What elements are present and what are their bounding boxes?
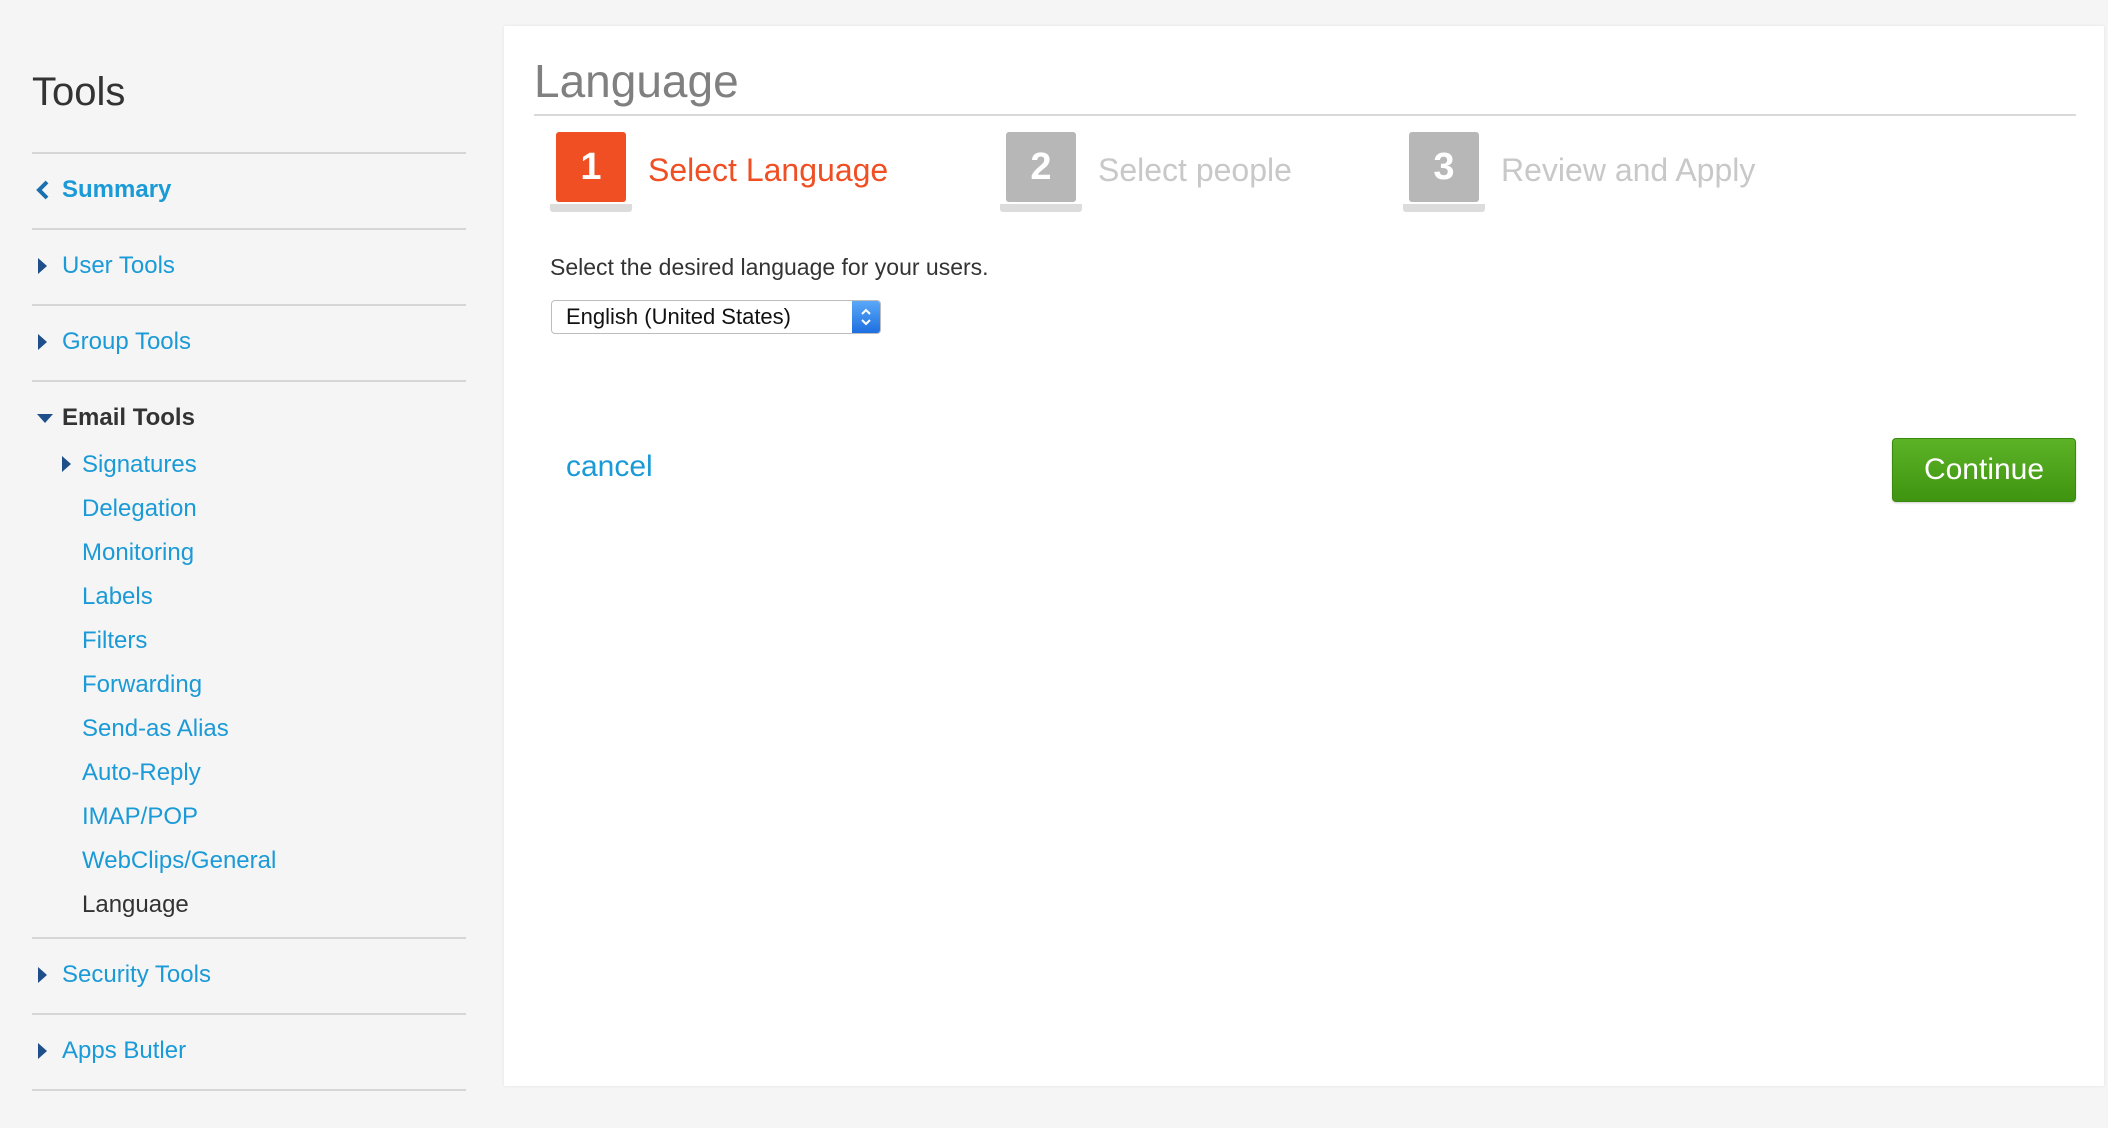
sidebar-subitem-label: IMAP/POP [82, 803, 199, 830]
step-label: Select people [1098, 151, 1292, 188]
continue-button[interactable]: Continue [1892, 438, 2076, 502]
step-number: 3 [1403, 132, 1485, 212]
page-title: Language [534, 55, 739, 107]
step-3: 3 Review and Apply [1403, 130, 1756, 212]
divider [32, 937, 466, 939]
sidebar-subitem-label: Signatures [82, 451, 197, 478]
sidebar-item-label: Security Tools [62, 961, 211, 988]
sidebar-subitem-label: Send-as Alias [82, 715, 229, 742]
sidebar-item-label: Group Tools [62, 328, 191, 355]
sidebar-subitem-label: Forwarding [82, 671, 203, 698]
sidebar-subitem-monitoring[interactable]: Monitoring [82, 535, 194, 571]
caret-right-icon [60, 455, 72, 478]
caret-right-icon [32, 955, 62, 995]
step-2: 2 Select people [1000, 130, 1292, 212]
sidebar-subitem-signatures[interactable]: Signatures [62, 447, 197, 483]
title-divider [534, 114, 2076, 116]
sidebar-subitem-label: Auto-Reply [82, 759, 201, 786]
sidebar-subitem-forwarding[interactable]: Forwarding [82, 667, 202, 703]
divider [32, 304, 466, 306]
divider [32, 1089, 466, 1091]
sidebar-item-apps-butler[interactable]: Apps Butler [32, 1031, 186, 1071]
sidebar-subitem-labels[interactable]: Labels [82, 579, 153, 615]
sidebar-item-label: Apps Butler [62, 1037, 187, 1064]
sidebar-subitem-label: WebClips/General [82, 847, 277, 874]
caret-down-icon [32, 398, 62, 438]
sidebar-item-email-tools[interactable]: Email Tools [32, 398, 195, 438]
chevron-left-icon [32, 170, 62, 210]
divider [32, 228, 466, 230]
sidebar-subitem-filters[interactable]: Filters [82, 623, 147, 659]
sidebar-subitem-imap-pop[interactable]: IMAP/POP [82, 799, 198, 835]
sidebar-subitem-auto-reply[interactable]: Auto-Reply [82, 755, 201, 791]
instruction-text: Select the desired language for your use… [550, 254, 989, 280]
step-number: 2 [1000, 132, 1082, 212]
updown-arrows-icon [852, 301, 880, 333]
divider [32, 380, 466, 382]
sidebar-item-security-tools[interactable]: Security Tools [32, 955, 211, 995]
sidebar-item-label: Email Tools [62, 404, 195, 431]
sidebar-item-user-tools[interactable]: User Tools [32, 246, 175, 286]
step-label: Review and Apply [1501, 151, 1756, 188]
cancel-link[interactable]: cancel [566, 450, 653, 484]
sidebar-subitem-delegation[interactable]: Delegation [82, 491, 197, 527]
sidebar-subitem-label: Filters [82, 627, 148, 654]
language-select-value: English (United States) [566, 304, 791, 329]
sidebar-subitem-language[interactable]: Language [82, 887, 189, 923]
sidebar-item-summary[interactable]: Summary [32, 170, 171, 210]
main-panel: Language 1 Select Language 2 Select peop… [504, 26, 2104, 1086]
sidebar-title: Tools [32, 70, 126, 114]
caret-right-icon [32, 246, 62, 286]
caret-right-icon [32, 322, 62, 362]
sidebar-item-label: User Tools [62, 252, 175, 279]
sidebar-subitem-label: Monitoring [82, 539, 195, 566]
sidebar-subitem-webclips-general[interactable]: WebClips/General [82, 843, 276, 879]
step-label: Select Language [648, 151, 889, 188]
divider [32, 152, 466, 154]
step-1: 1 Select Language [550, 130, 889, 212]
sidebar-subitem-label: Delegation [82, 495, 197, 522]
sidebar-item-group-tools[interactable]: Group Tools [32, 322, 191, 362]
divider [32, 1013, 466, 1015]
sidebar-subitem-label: Labels [82, 583, 153, 610]
step-number: 1 [550, 132, 632, 212]
sidebar-item-label: Summary [62, 176, 172, 203]
sidebar-subitem-label: Language [82, 891, 189, 918]
caret-right-icon [32, 1031, 62, 1071]
sidebar-subitem-send-as-alias[interactable]: Send-as Alias [82, 711, 229, 747]
language-select[interactable]: English (United States) [551, 300, 881, 334]
